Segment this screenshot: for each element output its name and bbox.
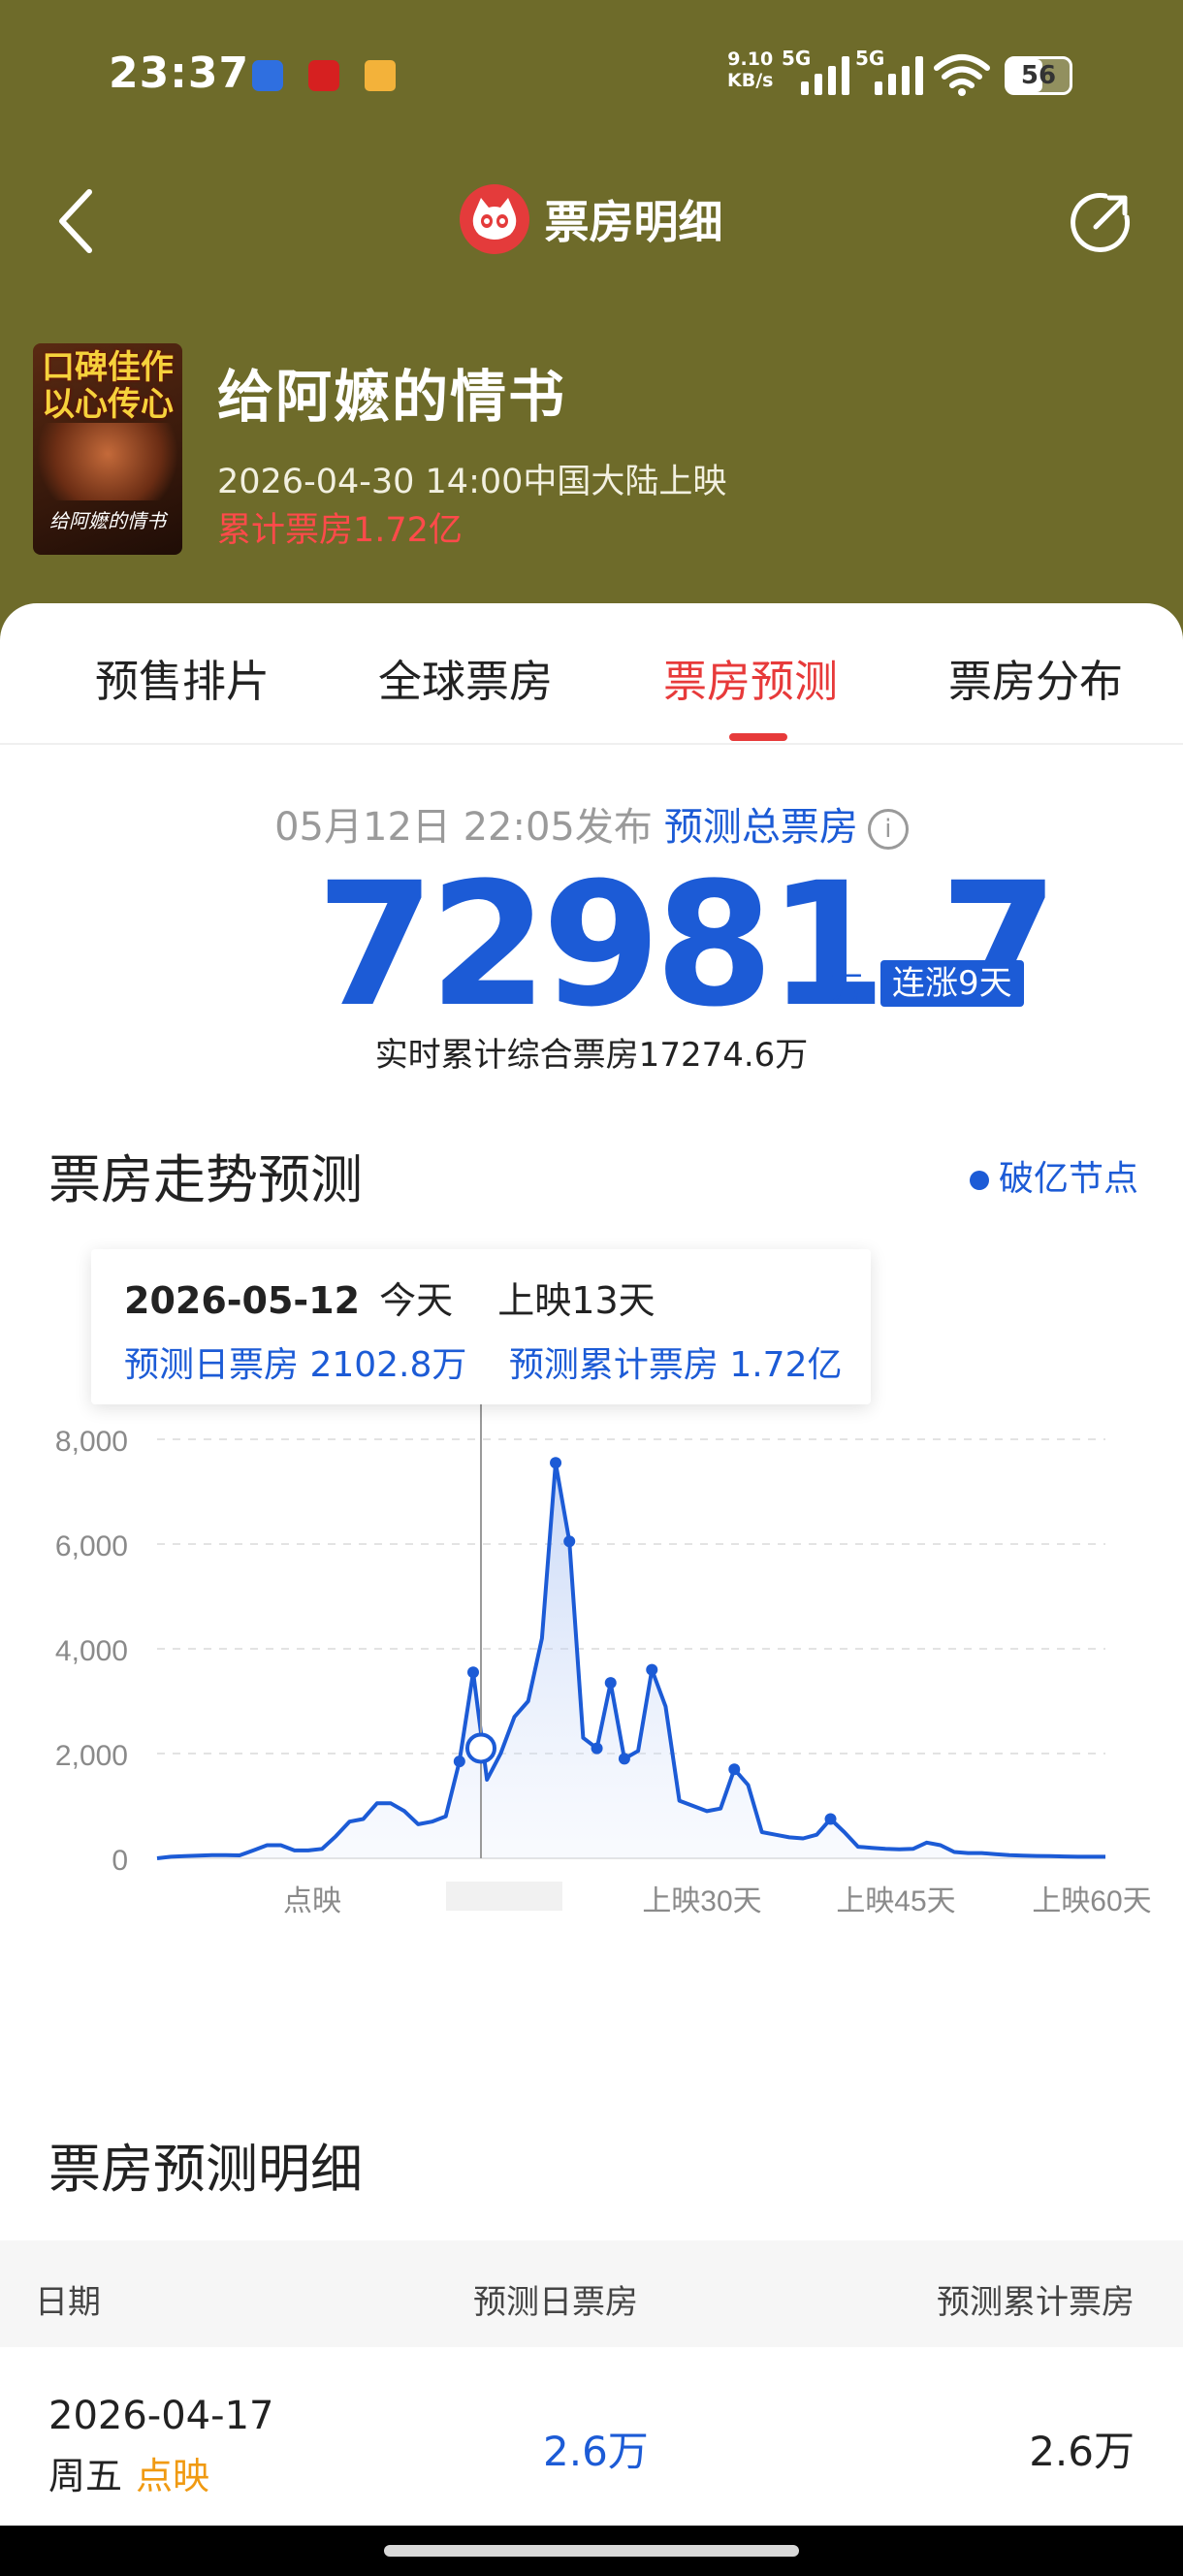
signal-icon — [875, 54, 927, 95]
data-point — [618, 1753, 630, 1765]
tab-presale[interactable]: 预售排片 — [95, 646, 270, 709]
message-notification-icon — [365, 60, 396, 91]
status-time: 23:37 — [109, 48, 250, 98]
y-tick-label: 0 — [112, 1845, 128, 1877]
wifi-icon — [934, 54, 990, 96]
y-tick-label: 8,000 — [55, 1426, 128, 1458]
tooltip-cumulative: 预测累计票房 1.72亿 — [508, 1345, 843, 1385]
tab-distribution[interactable]: 票房分布 — [948, 646, 1123, 709]
poster-slogan: 口碑佳作以心传心 — [42, 348, 174, 424]
published-time: 05月12日 22:05发布 — [274, 805, 653, 850]
maoyan-logo-icon — [460, 184, 530, 254]
row-date: 2026-04-17 — [48, 2394, 274, 2438]
row-cumulative-value: 2.6万 — [1029, 2428, 1135, 2475]
tooltip-daily: 预测日票房 2102.8万 — [124, 1345, 467, 1385]
y-tick-label: 4,000 — [55, 1635, 128, 1667]
battery-icon: 56 — [1005, 56, 1072, 95]
forecast-published-line: 05月12日 22:05发布 预测总票房 i — [0, 795, 1183, 852]
data-point — [563, 1535, 576, 1548]
data-point — [824, 1813, 837, 1825]
x-tick-label: 点映 — [283, 1885, 341, 1917]
data-point — [550, 1457, 562, 1469]
battery-level: 56 — [1020, 61, 1057, 90]
y-tick-label: 6,000 — [55, 1530, 128, 1562]
x-tick-label: 上映60天 — [1032, 1885, 1151, 1917]
data-point — [453, 1755, 465, 1768]
tab-global[interactable]: 全球票房 — [378, 646, 553, 709]
x-tick-label-placeholder — [446, 1882, 562, 1911]
tab-bar: 预售排片 全球票房 票房预测 票房分布 — [0, 603, 1183, 745]
forecast-total-value: 72981.7 — [316, 846, 1059, 1045]
tooltip-values: 预测日票房 2102.8万 预测累计票房 1.72亿 — [124, 1336, 842, 1387]
movie-release-info: 2026-04-30 14:00中国大陆上映 — [217, 463, 727, 501]
page-title-text: 票房明细 — [544, 196, 723, 248]
network-speed-value: 9.10 — [727, 48, 774, 70]
network-speed-unit: KB/s — [727, 70, 774, 91]
row-tag: 点映 — [136, 2455, 210, 2497]
movie-total-box-office: 累计票房1.72亿 — [217, 511, 463, 550]
legend-label: 破亿节点 — [999, 1159, 1139, 1199]
area-fill — [157, 1463, 1105, 1858]
trend-section-title: 票房走势预测 — [48, 1149, 363, 1210]
share-icon[interactable] — [1067, 190, 1133, 256]
tooltip-date: 2026-05-12 — [124, 1279, 361, 1322]
data-point — [646, 1663, 658, 1676]
legend-dot-icon — [970, 1171, 989, 1190]
row-daily-value: 2.6万 — [543, 2428, 649, 2475]
chart-legend[interactable]: 破亿节点 — [970, 1150, 1138, 1201]
data-point — [604, 1677, 617, 1690]
status-bar: 23:37 9.10 KB/s 5G 5G 56 — [0, 0, 1183, 155]
active-tab-indicator — [729, 733, 787, 741]
chart-tooltip: 2026-05-12 今天 上映13天 预测日票房 2102.8万 预测累计票房… — [91, 1249, 871, 1404]
column-header-cumulative: 预测累计票房 — [937, 2283, 1135, 2322]
row-weekday-text: 周五 — [48, 2455, 123, 2497]
realtime-box-office: 实时累计综合票房17274.6万 — [374, 1036, 809, 1075]
app-notification-icon — [308, 60, 339, 91]
data-point — [728, 1763, 741, 1776]
network-speed: 9.10 KB/s — [727, 48, 773, 91]
page-title: 票房明细 — [0, 184, 1183, 254]
row-weekday: 周五 点映 — [48, 2446, 209, 2499]
forecast-label: 预测总票房 — [663, 805, 858, 850]
tooltip-days: 上映13天 — [497, 1279, 655, 1322]
home-indicator[interactable] — [384, 2545, 799, 2557]
poster-title: 给阿嬷的情书 — [49, 509, 166, 532]
rising-streak-badge: 连涨9天 — [880, 960, 1024, 1007]
column-header-date: 日期 — [35, 2283, 101, 2322]
x-tick-label: 上映45天 — [836, 1885, 955, 1917]
movie-poster[interactable]: 口碑佳作以心传心 给阿嬷的情书 — [33, 343, 182, 555]
tooltip-header: 2026-05-12 今天 上映13天 — [124, 1271, 655, 1324]
info-icon[interactable]: i — [867, 809, 909, 850]
x-tick-label: 上映30天 — [642, 1885, 761, 1917]
selected-point — [465, 1732, 496, 1764]
divider — [0, 743, 1183, 745]
forecast-total-unit: 万 — [830, 970, 863, 1009]
trend-chart[interactable]: 8,000 6,000 4,000 2,000 0 点映 上映30天 上映45天 上映60天 — [0, 1397, 1183, 1940]
movie-title: 给阿嬷的情书 — [217, 364, 567, 430]
column-header-daily: 预测日票房 — [473, 2283, 638, 2322]
detail-section-title: 票房预测明细 — [48, 2139, 363, 2200]
tab-forecast[interactable]: 票房预测 — [663, 646, 838, 709]
signal-icon — [801, 54, 853, 95]
poster-figure — [33, 423, 182, 500]
data-point — [591, 1742, 603, 1755]
app-notification-icon — [252, 60, 283, 91]
y-tick-label: 2,000 — [55, 1740, 128, 1772]
table-header: 日期 预测日票房 预测累计票房 — [0, 2240, 1183, 2347]
tooltip-today: 今天 — [379, 1279, 454, 1322]
data-point — [467, 1666, 479, 1679]
